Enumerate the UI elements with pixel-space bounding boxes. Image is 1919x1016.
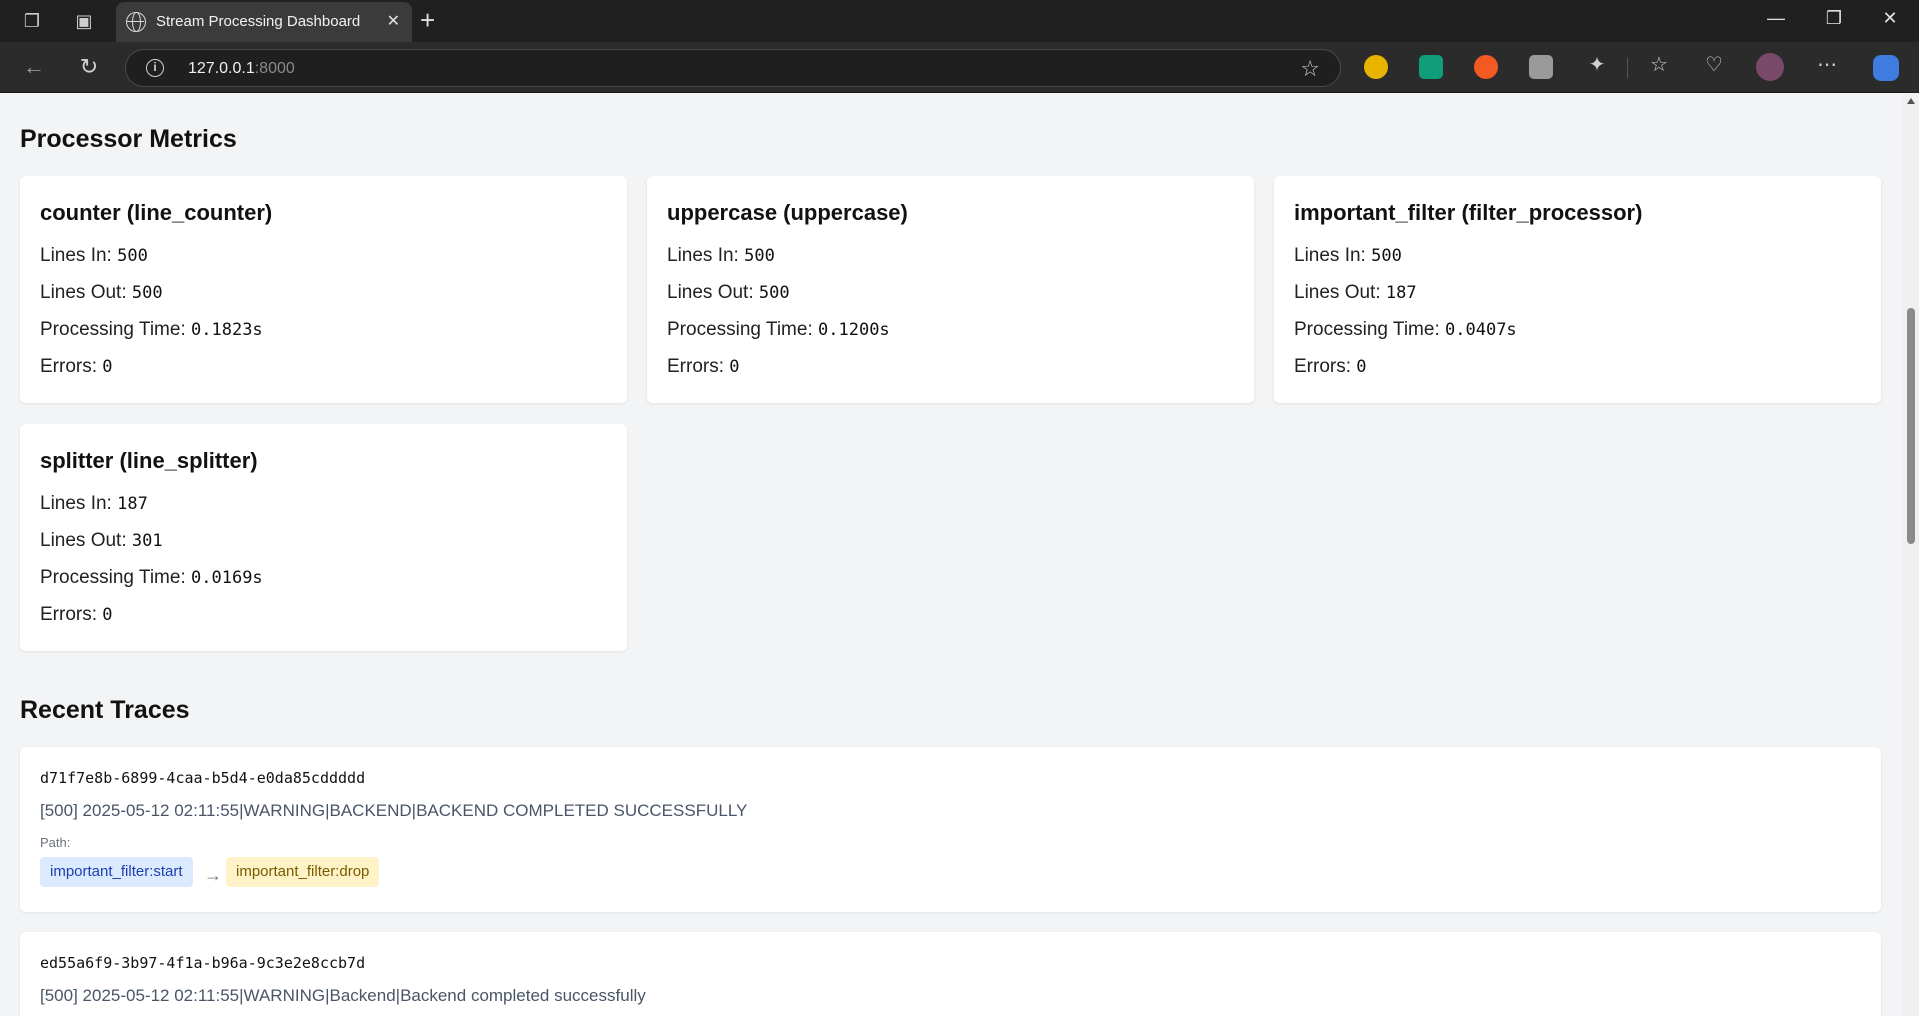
scroll-thumb[interactable] — [1907, 308, 1915, 544]
path-step-start: important_filter:start — [40, 857, 193, 887]
processor-card: important_filter (filter_processor) Line… — [1274, 176, 1881, 403]
processor-title: uppercase (uppercase) — [667, 200, 908, 225]
trace-message: [500] 2025-05-12 02:11:55|WARNING|Backen… — [40, 986, 646, 1005]
trace-item: d71f7e8b-6899-4caa-b5d4-e0da85cddddd [50… — [20, 747, 1881, 912]
extensions-puzzle-icon[interactable]: ✦ — [1583, 52, 1611, 77]
metric-errors: Errors: 0 — [1294, 356, 1367, 377]
metric-errors: Errors: 0 — [40, 356, 113, 377]
metric-lines-in: Lines In: 500 — [1294, 245, 1402, 266]
trace-id: d71f7e8b-6899-4caa-b5d4-e0da85cddddd — [40, 769, 366, 787]
minimize-icon[interactable]: — — [1756, 8, 1796, 29]
recent-traces-heading: Recent Traces — [20, 696, 190, 724]
favorite-star-icon[interactable]: ☆ — [1300, 56, 1320, 82]
page-viewport: Processor Metrics counter (line_counter)… — [0, 94, 1903, 1016]
metric-processing-time: Processing Time: 0.1200s — [667, 319, 890, 340]
new-tab-icon[interactable]: + — [420, 6, 435, 34]
restore-icon[interactable]: ❐ — [1814, 8, 1854, 29]
metric-lines-out: Lines Out: 500 — [667, 282, 790, 303]
metric-lines-out: Lines Out: 500 — [40, 282, 163, 303]
close-window-icon[interactable]: ✕ — [1870, 8, 1910, 29]
extension-badge-icon[interactable] — [1364, 55, 1388, 79]
metric-processing-time: Processing Time: 0.0169s — [40, 567, 263, 588]
globe-icon — [126, 12, 146, 32]
back-icon[interactable]: ← — [20, 54, 48, 80]
browser-toolbar: ← ↻ i 127.0.0.1:8000 ☆ ✦ ☆ ♡ ⋯ — [0, 42, 1919, 93]
close-tab-icon[interactable]: ✕ — [387, 11, 400, 31]
metric-lines-in: Lines In: 500 — [40, 245, 148, 266]
workspaces-icon[interactable]: ❐ — [18, 8, 46, 34]
vertical-tabs-icon[interactable]: ▣ — [70, 8, 98, 34]
more-menu-icon[interactable]: ⋯ — [1813, 52, 1841, 77]
tab-stream-processing-dashboard[interactable]: Stream Processing Dashboard ✕ — [116, 2, 412, 42]
metric-lines-in: Lines In: 500 — [667, 245, 775, 266]
browser-essentials-icon[interactable]: ♡ — [1700, 52, 1728, 77]
metric-errors: Errors: 0 — [40, 604, 113, 625]
metric-lines-out: Lines Out: 187 — [1294, 282, 1417, 303]
tab-title: Stream Processing Dashboard — [156, 13, 361, 30]
favorites-icon[interactable]: ☆ — [1645, 52, 1673, 77]
processor-metrics-heading: Processor Metrics — [20, 125, 237, 153]
processor-card: splitter (line_splitter) Lines In: 187 L… — [20, 424, 627, 651]
metric-processing-time: Processing Time: 0.0407s — [1294, 319, 1517, 340]
url-text[interactable]: 127.0.0.1:8000 — [188, 60, 295, 78]
path-arrow-icon: → — [204, 865, 222, 885]
metric-lines-in: Lines In: 187 — [40, 493, 148, 514]
extension-note-icon[interactable] — [1529, 55, 1553, 79]
metric-lines-out: Lines Out: 301 — [40, 530, 163, 551]
processor-card: counter (line_counter) Lines In: 500 Lin… — [20, 176, 627, 403]
processor-title: splitter (line_splitter) — [40, 448, 258, 473]
profile-avatar[interactable] — [1756, 53, 1784, 81]
browser-titlebar: ❐ ▣ Stream Processing Dashboard ✕ + — ❐ … — [0, 0, 1919, 42]
processor-title: important_filter (filter_processor) — [1294, 200, 1643, 225]
trace-item: ed55a6f9-3b97-4f1a-b96a-9c3e2e8ccb7d [50… — [20, 932, 1881, 1016]
scroll-up-icon[interactable] — [1907, 98, 1915, 104]
processor-card: uppercase (uppercase) Lines In: 500 Line… — [647, 176, 1254, 403]
copilot-icon[interactable] — [1873, 55, 1899, 81]
site-info-icon[interactable]: i — [146, 59, 164, 77]
page-scrollbar[interactable] — [1903, 94, 1919, 1016]
processor-title: counter (line_counter) — [40, 200, 273, 225]
refresh-icon[interactable]: ↻ — [75, 54, 103, 80]
metric-errors: Errors: 0 — [667, 356, 740, 377]
path-step-drop: important_filter:drop — [226, 857, 380, 887]
address-bar[interactable]: i 127.0.0.1:8000 ☆ — [125, 49, 1341, 87]
extension-plus-icon[interactable] — [1474, 55, 1498, 79]
trace-message: [500] 2025-05-12 02:11:55|WARNING|BACKEN… — [40, 801, 748, 820]
metric-processing-time: Processing Time: 0.1823s — [40, 319, 263, 340]
trace-id: ed55a6f9-3b97-4f1a-b96a-9c3e2e8ccb7d — [40, 954, 366, 972]
extension-mail-icon[interactable] — [1419, 55, 1443, 79]
toolbar-separator — [1627, 58, 1628, 78]
path-label: Path: — [40, 835, 71, 850]
